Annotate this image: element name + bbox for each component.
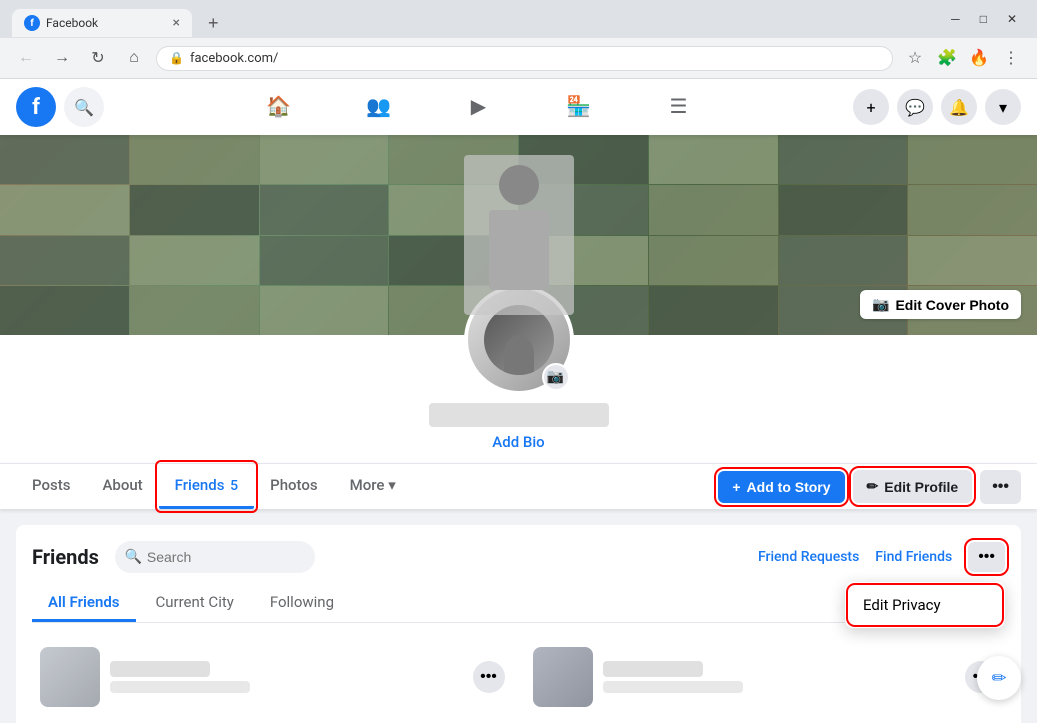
friend-card[interactable]: ••• (525, 639, 1006, 715)
address-bar[interactable]: 🔒 facebook.com/ (156, 46, 893, 71)
friend-card-more-btn[interactable]: ••• (473, 661, 505, 693)
friends-dropdown-menu: Edit Privacy (845, 582, 1005, 628)
chevron-down-icon: ▾ (388, 476, 396, 494)
friends-title: Friends (32, 545, 99, 569)
cover-photo: 📷 Edit Cover Photo (0, 135, 1037, 335)
friend-avatar (533, 647, 593, 707)
profile-section: 📷 Add Bio (0, 335, 1037, 463)
fb-nav-menu[interactable]: ☰ (629, 79, 729, 135)
refresh-btn[interactable]: ↻ (84, 44, 112, 72)
create-btn[interactable]: + (853, 89, 889, 125)
sub-tab-following[interactable]: Following (254, 585, 350, 622)
main-content: 📷 Edit Cover Photo 📷 Add Bio (0, 135, 1037, 723)
tab-posts[interactable]: Posts (16, 464, 86, 509)
notifications-btn[interactable]: 🔔 (941, 89, 977, 125)
tab-close-btn[interactable]: × (173, 15, 180, 31)
maximize-btn[interactable]: □ (972, 8, 995, 30)
friend-name (603, 661, 703, 677)
browser-tab[interactable]: f Facebook × (12, 9, 192, 37)
friend-avatar-inner (533, 647, 593, 707)
edit-cover-label: Edit Cover Photo (895, 297, 1009, 313)
add-bio-btn[interactable]: Add Bio (492, 433, 544, 451)
home-btn[interactable]: ⌂ (120, 44, 148, 72)
search-icon: 🔍 (125, 549, 142, 565)
friends-header-links: Friend Requests Find Friends ••• Edit Pr… (758, 542, 1005, 572)
friend-avatar-inner (40, 647, 100, 707)
browser-action-buttons: ☆ 🧩 🔥 ⋮ (901, 44, 1025, 72)
bookmark-btn[interactable]: ☆ (901, 44, 929, 72)
fb-nav-right: + 💬 🔔 ▾ (853, 89, 1021, 125)
account-btn[interactable]: ▾ (985, 89, 1021, 125)
edit-profile-btn[interactable]: ✏ Edit Profile (853, 470, 973, 503)
friend-mutual (110, 681, 250, 693)
friends-search: 🔍 (115, 541, 742, 573)
friend-requests-link[interactable]: Friend Requests (758, 549, 859, 565)
friend-name (110, 661, 210, 677)
friend-info (110, 661, 463, 693)
extensions-btn[interactable]: 🧩 (933, 44, 961, 72)
fb-logo: f (16, 87, 56, 127)
friend-mutual (603, 681, 743, 693)
pencil-icon: ✏ (867, 478, 879, 495)
profile-more-btn[interactable]: ••• (980, 470, 1021, 504)
close-window-btn[interactable]: ✕ (999, 8, 1025, 30)
tab-more-label: More (350, 476, 385, 494)
friends-section: Friends 🔍 Friend Requests Find Friends •… (16, 525, 1021, 723)
edit-privacy-item[interactable]: Edit Privacy (849, 586, 1001, 624)
profile-tabs: Posts About Friends 5 Photos More ▾ + Ad… (0, 463, 1037, 509)
fb-navbar: f 🔍 🏠 👥 ▶ 🏪 ☰ + 💬 🔔 ▾ (0, 79, 1037, 135)
profile-pic-camera-btn[interactable]: 📷 (542, 363, 570, 391)
friends-badge: 5 (230, 478, 238, 494)
tab-favicon: f (24, 15, 40, 31)
menu-btn[interactable]: ⋮ (997, 44, 1025, 72)
fb-nav-home[interactable]: 🏠 (229, 79, 329, 135)
friends-grid: ••• ••• (32, 639, 1005, 715)
back-btn[interactable]: ← (12, 44, 40, 72)
fb-nav-icons: 🏠 👥 ▶ 🏪 ☰ (104, 79, 853, 135)
flame-btn[interactable]: 🔥 (965, 44, 993, 72)
sub-tab-current-city[interactable]: Current City (140, 585, 250, 622)
add-to-story-label: Add to Story (747, 479, 831, 495)
fb-nav-marketplace[interactable]: 🏪 (529, 79, 629, 135)
browser-controls: ← → ↻ ⌂ 🔒 facebook.com/ ☆ 🧩 🔥 ⋮ (0, 38, 1037, 78)
messenger-btn[interactable]: 💬 (897, 89, 933, 125)
profile-tabs-actions: + Add to Story ✏ Edit Profile ••• (718, 470, 1021, 504)
find-friends-link[interactable]: Find Friends (875, 549, 952, 565)
friends-search-wrapper: 🔍 (115, 541, 315, 573)
fb-nav-watch[interactable]: ▶ (429, 79, 529, 135)
tab-photos[interactable]: Photos (254, 464, 333, 509)
window-controls: ─ □ ✕ (943, 8, 1025, 38)
friend-card[interactable]: ••• (32, 639, 513, 715)
tab-about[interactable]: About (86, 464, 158, 509)
fb-search-btn[interactable]: 🔍 (64, 87, 104, 127)
tab-friends[interactable]: Friends 5 (159, 464, 254, 509)
cover-photo-section: 📷 Edit Cover Photo 📷 Add Bio (0, 135, 1037, 509)
add-to-story-btn[interactable]: + Add to Story (718, 471, 844, 503)
minimize-btn[interactable]: ─ (943, 8, 968, 30)
fab-edit-btn[interactable]: ✏ (977, 656, 1021, 700)
new-tab-btn[interactable]: + (200, 11, 227, 36)
friend-avatar (40, 647, 100, 707)
plus-icon: + (732, 479, 740, 495)
friends-more-wrapper: ••• Edit Privacy (968, 542, 1005, 572)
fb-nav-friends[interactable]: 👥 (329, 79, 429, 135)
friends-search-input[interactable] (115, 541, 315, 573)
tab-friends-label: Friends (175, 476, 225, 494)
browser-chrome: f Facebook × + ─ □ ✕ ← → ↻ ⌂ 🔒 facebook.… (0, 0, 1037, 79)
edit-profile-label: Edit Profile (884, 479, 958, 495)
friends-more-btn[interactable]: ••• (968, 542, 1005, 572)
tab-title: Facebook (46, 16, 167, 30)
forward-btn[interactable]: → (48, 44, 76, 72)
camera-icon: 📷 (872, 296, 889, 313)
tab-more[interactable]: More ▾ (334, 464, 412, 509)
friend-info (603, 661, 956, 693)
lock-icon: 🔒 (169, 51, 184, 65)
friends-header: Friends 🔍 Friend Requests Find Friends •… (32, 541, 1005, 573)
profile-name (429, 403, 609, 427)
edit-cover-photo-btn[interactable]: 📷 Edit Cover Photo (860, 290, 1021, 319)
sub-tab-all-friends[interactable]: All Friends (32, 585, 136, 622)
address-text: facebook.com/ (190, 51, 880, 66)
browser-titlebar: f Facebook × + ─ □ ✕ (0, 0, 1037, 38)
